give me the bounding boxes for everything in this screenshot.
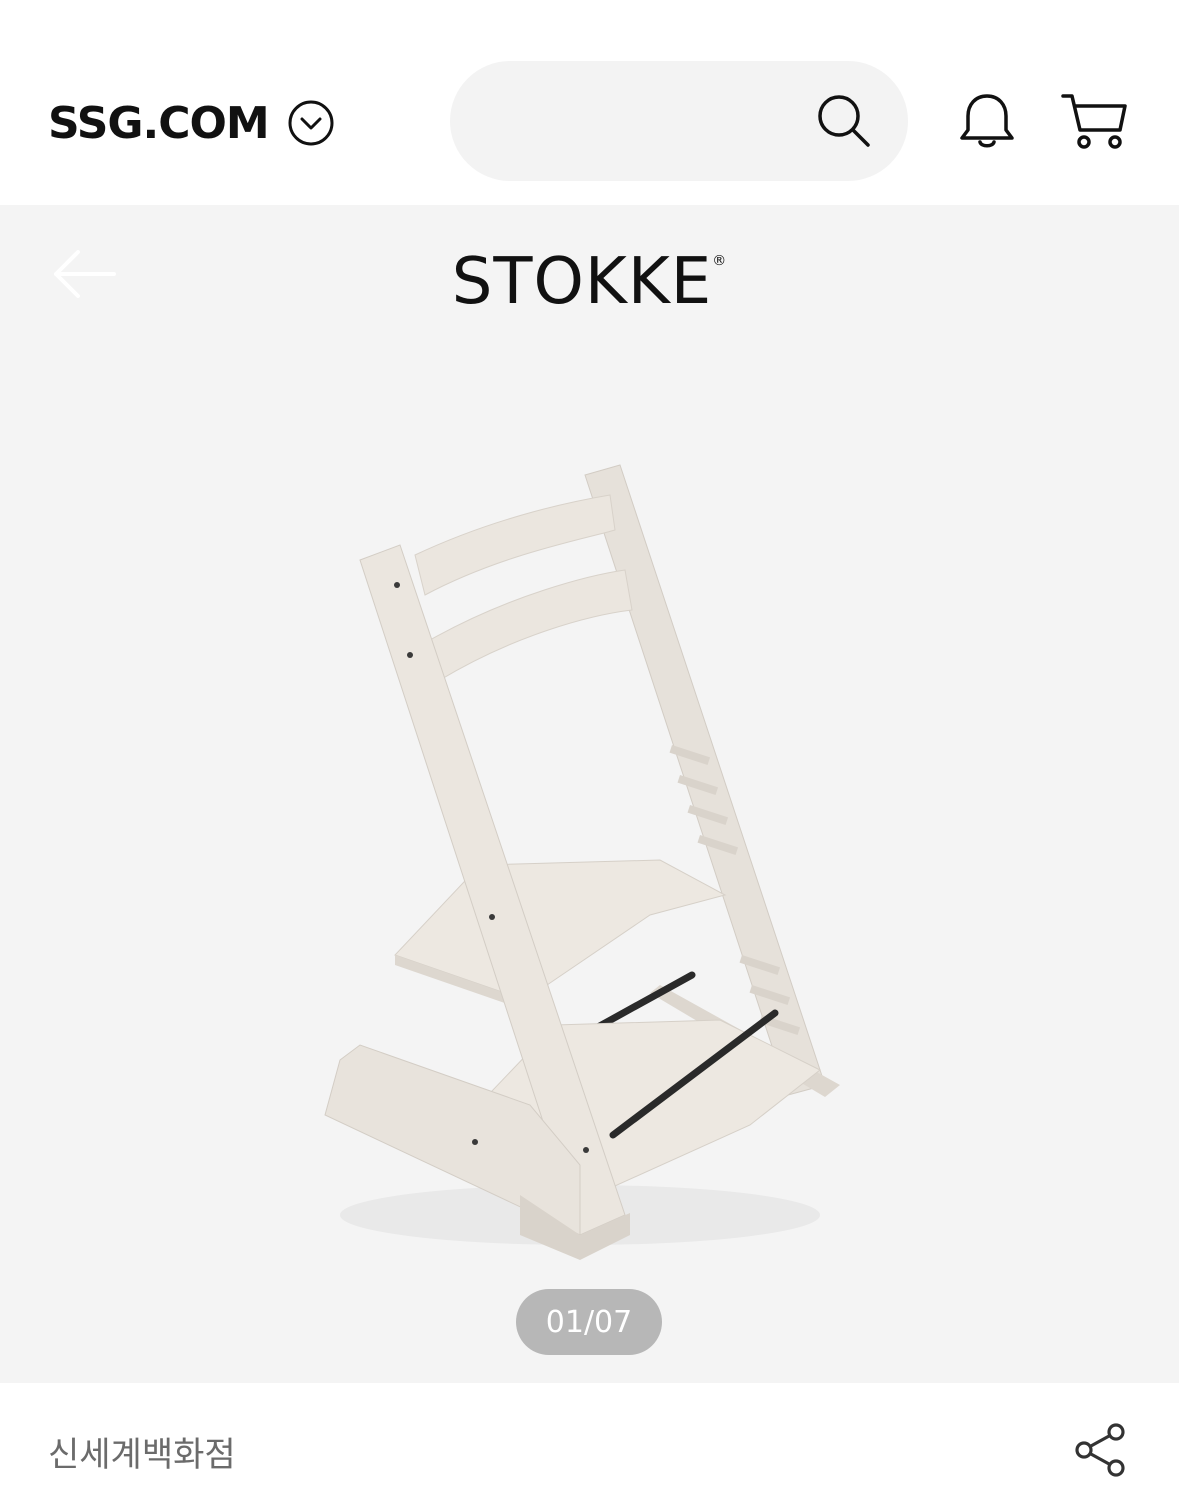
site-logo-switcher[interactable]: SSG.COM [48, 88, 335, 158]
site-logo[interactable]: SSG.COM [48, 98, 270, 149]
seller-row: 신세계백화점 [0, 1383, 1179, 1503]
brand-name: STOKKE [451, 245, 713, 319]
chevron-down-circle-icon[interactable] [287, 99, 335, 147]
product-image [324, 464, 840, 1260]
registered-mark: ® [712, 253, 728, 269]
product-image-gallery[interactable]: STOKKE® 01/07 [0, 205, 1179, 1383]
search-input[interactable] [450, 61, 908, 181]
bell-icon[interactable] [956, 90, 1018, 152]
image-page-counter: 01/07 [516, 1289, 662, 1355]
brand-logo: STOKKE® [0, 245, 1179, 319]
seller-name[interactable]: 신세계백화점 [48, 1427, 236, 1476]
cart-icon[interactable] [1060, 90, 1128, 152]
share-icon[interactable] [1072, 1421, 1128, 1479]
top-header: SSG.COM [0, 0, 1179, 205]
search-icon[interactable] [814, 91, 874, 151]
